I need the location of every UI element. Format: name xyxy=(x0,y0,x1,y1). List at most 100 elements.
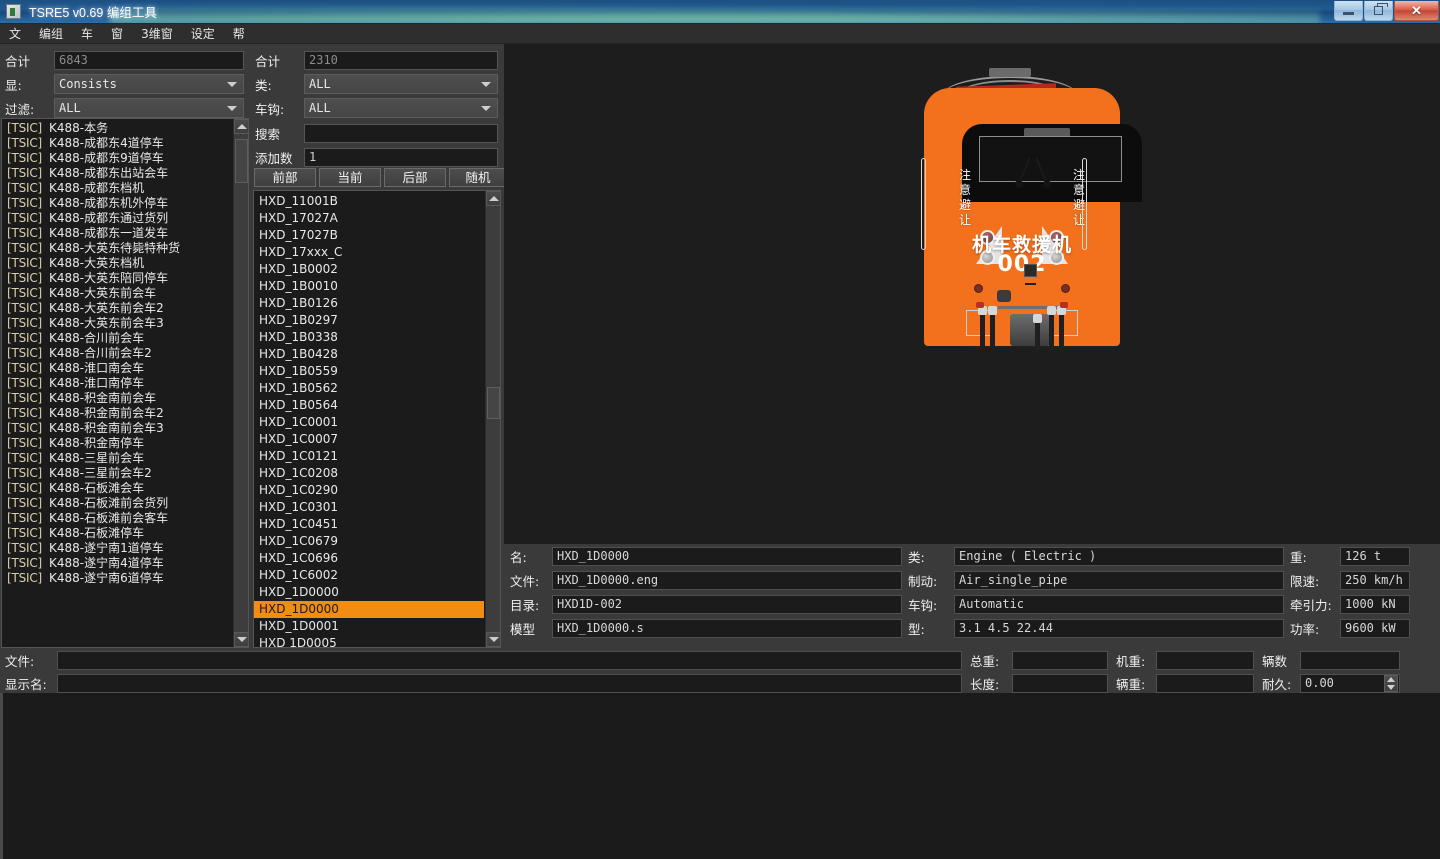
list-item[interactable]: [TSIC] K488-大英东陪同停车 xyxy=(2,271,232,286)
list-item[interactable]: [TSIC] K488-成都东机外停车 xyxy=(2,196,232,211)
list-item[interactable]: [TSIC] K488-遂宁南4道停车 xyxy=(2,556,232,571)
add-front-button[interactable]: 前部 xyxy=(254,168,316,187)
close-button[interactable]: ✕ xyxy=(1394,1,1439,21)
add-rear-button[interactable]: 后部 xyxy=(384,168,446,187)
list-item[interactable]: HXD_1D0001 xyxy=(254,618,484,635)
list-item[interactable]: [TSIC] K488-成都东一道发车 xyxy=(2,226,232,241)
empty-consist-canvas[interactable] xyxy=(0,693,1440,859)
scroll-up-icon[interactable] xyxy=(234,119,248,134)
consist-name: K488-大英东档机 xyxy=(49,256,145,270)
list-item[interactable]: HXD_1B0126 xyxy=(254,295,484,312)
consists-scroll-thumb[interactable] xyxy=(235,139,248,183)
list-item[interactable]: [TSIC] K488-大英东档机 xyxy=(2,256,232,271)
list-item[interactable]: HXD_1B0010 xyxy=(254,278,484,295)
list-item[interactable]: [TSIC] K488-成都东档机 xyxy=(2,181,232,196)
list-item[interactable]: [TSIC] K488-石板滩停车 xyxy=(2,526,232,541)
vehicles-type-select[interactable]: ALL xyxy=(304,74,498,94)
list-item[interactable]: HXD_1D0000 xyxy=(254,584,484,601)
list-item[interactable]: [TSIC] K488-淮口南会车 xyxy=(2,361,232,376)
list-item[interactable]: HXD_1B0428 xyxy=(254,346,484,363)
list-item[interactable]: HXD_1B0559 xyxy=(254,363,484,380)
list-item[interactable]: HXD 1D0005 xyxy=(254,635,484,647)
list-item[interactable]: HXD_1B0297 xyxy=(254,312,484,329)
durability-stepper[interactable]: 0.00 xyxy=(1300,673,1400,693)
add-random-button[interactable]: 随机 xyxy=(449,168,507,187)
list-item[interactable]: HXD_1C0208 xyxy=(254,465,484,482)
vehicles-listbox[interactable]: HXD_11001B HXD_17027A HXD_17027B HXD_17xxx_… xyxy=(253,190,501,648)
vehicles-scroll-thumb[interactable] xyxy=(487,387,500,419)
menu-item-file[interactable]: 文 xyxy=(0,23,30,44)
list-item[interactable]: [TSIC] K488-积金南前会车 xyxy=(2,391,232,406)
add-current-button[interactable]: 当前 xyxy=(319,168,381,187)
vehicles-coupler-select[interactable]: ALL xyxy=(304,98,498,118)
list-item[interactable]: [TSIC] K488-成都东通过货列 xyxy=(2,211,232,226)
list-item[interactable]: HXD_1C0696 xyxy=(254,550,484,567)
list-item[interactable]: HXD_11001B xyxy=(254,193,484,210)
list-item[interactable]: HXD_1C6002 xyxy=(254,567,484,584)
list-item[interactable]: [TSIC] K488-大英东待毙特种货 xyxy=(2,241,232,256)
vehicles-addcount-input[interactable] xyxy=(304,147,498,167)
menu-item-settings[interactable]: 设定 xyxy=(182,23,224,44)
menu-item-help[interactable]: 帮 xyxy=(224,23,254,44)
list-item[interactable]: HXD_1C0001 xyxy=(254,414,484,431)
list-item[interactable]: [TSIC] K488-遂宁南1道停车 xyxy=(2,541,232,556)
list-item[interactable]: [TSIC] K488-大英东前会车2 xyxy=(2,301,232,316)
list-item[interactable]: [TSIC] K488-大英东前会车3 xyxy=(2,316,232,331)
list-item[interactable]: [TSIC] K488-三星前会车2 xyxy=(2,466,232,481)
stepper-up-icon[interactable] xyxy=(1387,676,1395,682)
list-item[interactable]: [TSIC] K488-成都东9道停车 xyxy=(2,151,232,166)
list-item[interactable]: [TSIC] K488-石板滩前会货列 xyxy=(2,496,232,511)
list-item[interactable]: HXD_1C0007 xyxy=(254,431,484,448)
list-item[interactable]: HXD_1C0679 xyxy=(254,533,484,550)
list-item[interactable]: HXD_1C0121 xyxy=(254,448,484,465)
details-label: 型: xyxy=(908,621,925,637)
consist-file-input[interactable] xyxy=(57,650,962,670)
consist-tag: [TSIC] xyxy=(7,316,43,330)
consists-scrollbar[interactable] xyxy=(233,119,248,647)
consists-show-select[interactable]: Consists xyxy=(54,74,244,94)
list-item[interactable]: HXD_1C0290 xyxy=(254,482,484,499)
list-item[interactable]: [TSIC] K488-遂宁南6道停车 xyxy=(2,571,232,586)
list-item[interactable]: [TSIC] K488-淮口南停车 xyxy=(2,376,232,391)
list-item[interactable]: [TSIC] K488-积金南停车 xyxy=(2,436,232,451)
list-item[interactable]: HXD_17027B xyxy=(254,227,484,244)
list-item-selected[interactable]: HXD_1D0000 xyxy=(254,601,484,618)
stepper-arrows[interactable] xyxy=(1384,674,1398,692)
list-item[interactable]: [TSIC] K488-石板滩会车 xyxy=(2,481,232,496)
stepper-down-icon[interactable] xyxy=(1387,684,1395,690)
list-item[interactable]: HXD_17xxx_C xyxy=(254,244,484,261)
list-item[interactable]: [TSIC] K488-大英东前会车 xyxy=(2,286,232,301)
list-item[interactable]: [TSIC] K488-本务 xyxy=(2,121,232,136)
consists-listbox[interactable]: [TSIC] K488-本务 [TSIC] K488-成都东4道停车 [TSIC] K48… xyxy=(1,118,249,648)
3d-preview-viewport[interactable]: 注意避让 注意避让 机车救援机 002 xyxy=(504,44,1440,544)
list-item[interactable]: HXD_1B0564 xyxy=(254,397,484,414)
menu-item-window[interactable]: 窗 xyxy=(102,23,132,44)
minimize-button[interactable] xyxy=(1334,1,1363,21)
list-item[interactable]: [TSIC] K488-积金南前会车2 xyxy=(2,406,232,421)
menu-item-vehicle[interactable]: 车 xyxy=(72,23,102,44)
vehicles-scrollbar[interactable] xyxy=(485,191,500,647)
list-item[interactable]: HXD_1B0562 xyxy=(254,380,484,397)
list-item[interactable]: [TSIC] K488-积金南前会车3 xyxy=(2,421,232,436)
menu-item-consist[interactable]: 编组 xyxy=(30,23,72,44)
list-item[interactable]: HXD_1C0301 xyxy=(254,499,484,516)
list-item[interactable]: HXD_1C0451 xyxy=(254,516,484,533)
display-name-input[interactable] xyxy=(57,673,962,693)
list-item[interactable]: [TSIC] K488-合川前会车2 xyxy=(2,346,232,361)
list-item[interactable]: HXD_17027A xyxy=(254,210,484,227)
vehicles-search-input[interactable] xyxy=(304,123,498,143)
list-item[interactable]: [TSIC] K488-石板滩前会客车 xyxy=(2,511,232,526)
scroll-up-icon[interactable] xyxy=(486,191,500,206)
total-weight-value xyxy=(1012,650,1108,670)
list-item[interactable]: [TSIC] K488-成都东出站会车 xyxy=(2,166,232,181)
consists-filter-select[interactable]: ALL xyxy=(54,98,244,118)
scroll-down-icon[interactable] xyxy=(486,632,500,647)
list-item[interactable]: HXD_1B0002 xyxy=(254,261,484,278)
restore-button[interactable] xyxy=(1364,1,1393,21)
menu-item-3dwindow[interactable]: 3维窗 xyxy=(132,23,182,44)
list-item[interactable]: [TSIC] K488-合川前会车 xyxy=(2,331,232,346)
list-item[interactable]: [TSIC] K488-三星前会车 xyxy=(2,451,232,466)
list-item[interactable]: HXD_1B0338 xyxy=(254,329,484,346)
list-item[interactable]: [TSIC] K488-成都东4道停车 xyxy=(2,136,232,151)
scroll-down-icon[interactable] xyxy=(234,632,248,647)
